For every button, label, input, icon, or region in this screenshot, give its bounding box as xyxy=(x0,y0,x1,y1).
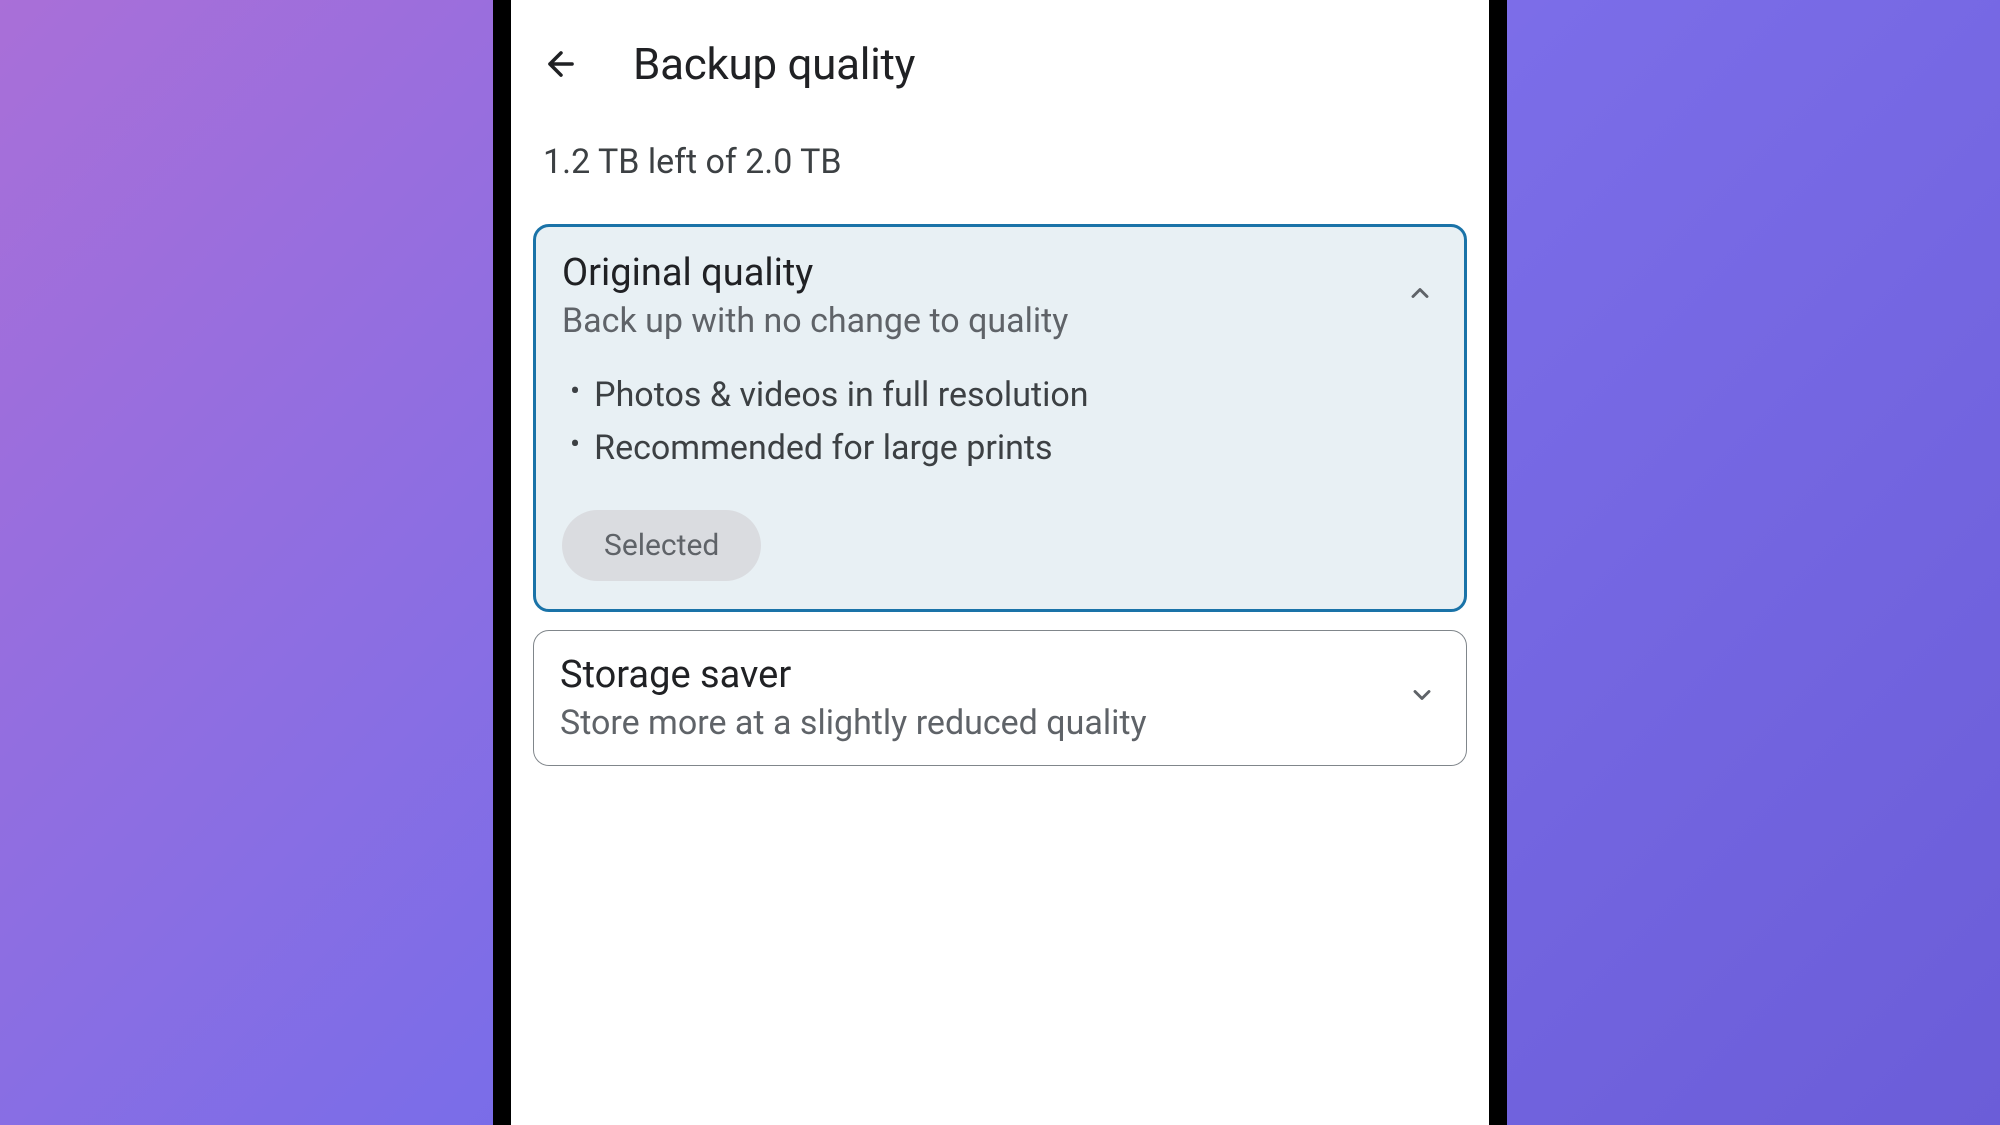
bullet-item: • Recommended for large prints xyxy=(570,422,1438,475)
bullet-dot-icon: • xyxy=(570,422,580,469)
option-storage-saver[interactable]: Storage saver Store more at a slightly r… xyxy=(533,630,1467,766)
chevron-up-icon xyxy=(1406,279,1434,307)
option-subtitle: Back up with no change to quality xyxy=(562,301,1402,341)
option-header: Original quality Back up with no change … xyxy=(562,251,1438,341)
bullet-text: Photos & videos in full resolution xyxy=(594,369,1088,422)
chevron-down-icon xyxy=(1408,681,1436,709)
arrow-left-icon xyxy=(542,45,580,83)
page-title: Backup quality xyxy=(633,38,915,90)
quality-options-list: Original quality Back up with no change … xyxy=(511,224,1489,766)
app-header: Backup quality xyxy=(511,0,1489,128)
screen-content: Backup quality 1.2 TB left of 2.0 TB Ori… xyxy=(511,0,1489,1125)
option-title: Original quality xyxy=(562,251,1402,295)
bullet-text: Recommended for large prints xyxy=(594,422,1052,475)
selected-status-badge: Selected xyxy=(562,510,761,581)
option-subtitle: Store more at a slightly reduced quality xyxy=(560,703,1404,743)
expand-toggle[interactable] xyxy=(1404,677,1440,713)
option-header: Storage saver Store more at a slightly r… xyxy=(560,653,1440,743)
option-text-block: Original quality Back up with no change … xyxy=(562,251,1402,341)
option-text-block: Storage saver Store more at a slightly r… xyxy=(560,653,1404,743)
phone-frame: Backup quality 1.2 TB left of 2.0 TB Ori… xyxy=(493,0,1507,1125)
bullet-item: • Photos & videos in full resolution xyxy=(570,369,1438,422)
collapse-toggle[interactable] xyxy=(1402,275,1438,311)
option-title: Storage saver xyxy=(560,653,1404,697)
storage-remaining-text: 1.2 TB left of 2.0 TB xyxy=(511,128,1489,224)
bullet-dot-icon: • xyxy=(570,369,580,416)
back-button[interactable] xyxy=(537,40,585,88)
option-original-quality[interactable]: Original quality Back up with no change … xyxy=(533,224,1467,612)
option-details-list: • Photos & videos in full resolution • R… xyxy=(562,369,1438,474)
